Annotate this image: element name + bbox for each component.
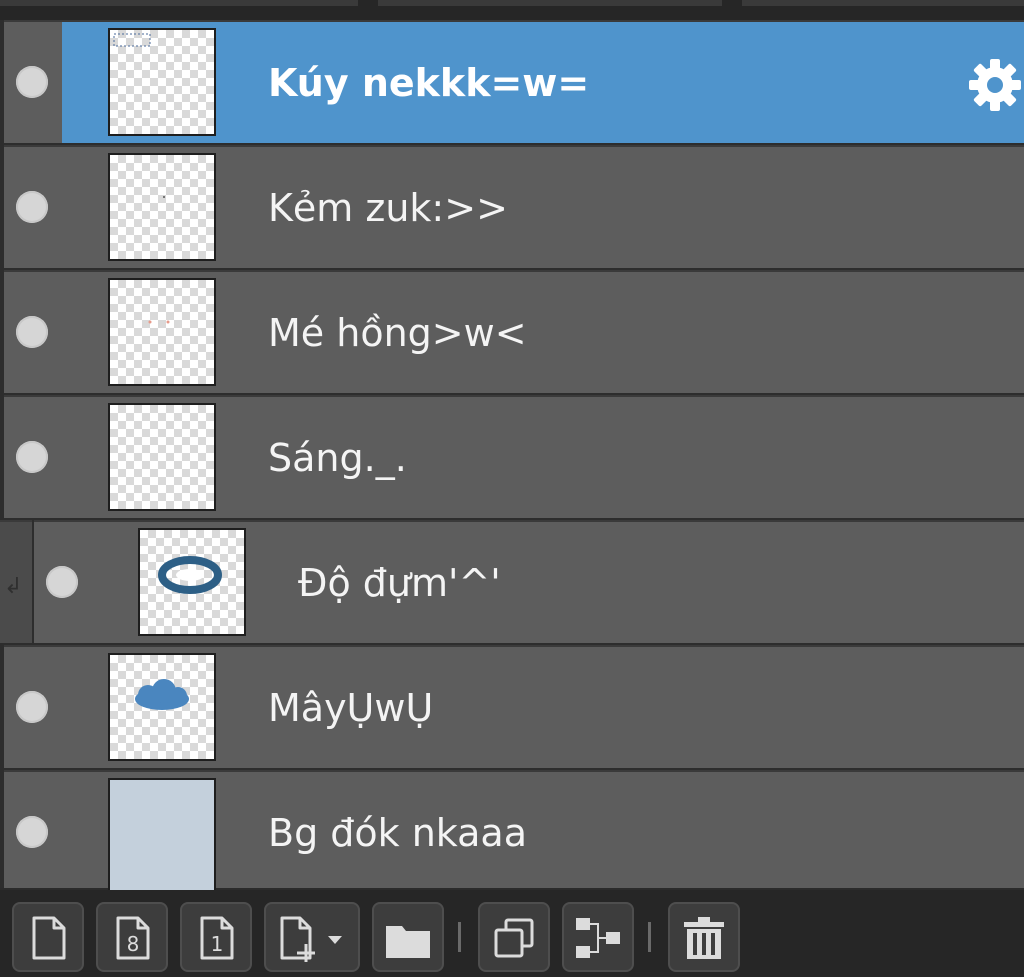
chevron-down-icon	[328, 936, 342, 944]
layer-name[interactable]: Sáng._.	[268, 435, 407, 481]
delete-layer-button[interactable]	[668, 902, 740, 972]
blue-cloud-thumbnail-art	[135, 679, 189, 710]
delete-layer-icon	[684, 917, 724, 959]
layer-name[interactable]: Bg đók nkaaa	[268, 810, 527, 856]
new-folder-button[interactable]	[372, 902, 444, 972]
gear-icon[interactable]	[966, 56, 1024, 114]
eye-visible-icon[interactable]	[16, 816, 48, 848]
layer-row-may-uwu[interactable]: MâyỤwỤ	[4, 645, 1024, 768]
new-8bit-layer-button[interactable]: 8	[96, 902, 168, 972]
new-1bit-layer-button[interactable]: 1	[180, 902, 252, 972]
pink-dots-thumbnail-art	[148, 320, 170, 324]
panel-top-strip	[0, 0, 1024, 20]
merge-down-button[interactable]	[562, 902, 634, 972]
layer-thumbnail	[108, 278, 216, 386]
sketch-thumbnail-art	[113, 33, 151, 47]
layer-row-me-hong[interactable]: Mé hồng>w<	[4, 270, 1024, 393]
layer-row-kem-zuk[interactable]: Kẻm zuk:>>	[4, 145, 1024, 268]
layer-row-kuy-nekkk[interactable]: Kúy nekkk=w=	[4, 20, 1024, 143]
eye-visible-icon[interactable]	[46, 566, 78, 598]
eye-visible-icon[interactable]	[16, 691, 48, 723]
layer-toolbar: 8 1	[0, 890, 1024, 977]
new-1bit-layer-icon: 1	[200, 916, 234, 960]
add-layer-dropdown-button[interactable]	[264, 902, 360, 972]
clipping-indicator: ↲	[0, 520, 32, 643]
layer-thumbnail	[138, 528, 246, 636]
layer-row-do-dum[interactable]: Độ đựm'^'	[34, 520, 1024, 643]
layer-name[interactable]: MâyỤwỤ	[268, 685, 433, 731]
top-tab-segment	[742, 0, 1024, 6]
new-8bit-layer-icon: 8	[116, 916, 150, 960]
layer-thumbnail	[108, 153, 216, 261]
toolbar-separator	[458, 922, 461, 952]
layer-name[interactable]: Độ đựm'^'	[298, 560, 501, 606]
eye-visible-icon[interactable]	[16, 66, 48, 98]
layer-list: Kúy nekkk=w= Kẻm zuk:>> Mé hồng>w< Sáng.…	[0, 20, 1024, 890]
eye-visible-icon[interactable]	[16, 191, 48, 223]
new-folder-icon	[386, 926, 430, 958]
duplicate-layer-icon	[494, 918, 534, 958]
eye-visible-icon[interactable]	[16, 316, 48, 348]
toolbar-separator	[648, 922, 651, 952]
layer-thumbnail	[108, 778, 216, 890]
layer-row-bg[interactable]: Bg đók nkaaa	[4, 770, 1024, 890]
bit8-label: 8	[127, 932, 140, 956]
clip-arrow-icon: ↲	[4, 574, 23, 599]
merge-down-icon	[576, 918, 620, 958]
top-tab-segment	[378, 0, 722, 6]
layer-thumbnail	[108, 28, 216, 136]
layer-name[interactable]: Mé hồng>w<	[268, 310, 527, 356]
add-layer-dropdown-icon	[280, 916, 342, 962]
duplicate-layer-button[interactable]	[478, 902, 550, 972]
eye-visible-icon[interactable]	[16, 441, 48, 473]
layer-thumbnail	[108, 403, 216, 511]
top-tab-segment	[0, 0, 358, 6]
layer-thumbnail	[108, 653, 216, 761]
layer-name[interactable]: Kẻm zuk:>>	[268, 185, 508, 231]
layer-row-sang[interactable]: Sáng._.	[4, 395, 1024, 518]
blue-ring-thumbnail-art	[158, 556, 222, 594]
thumbnail-art	[163, 196, 165, 198]
layer-name[interactable]: Kúy nekkk=w=	[268, 60, 589, 106]
new-layer-icon	[32, 916, 66, 960]
new-layer-button[interactable]	[12, 902, 84, 972]
bit1-label: 1	[211, 932, 224, 956]
